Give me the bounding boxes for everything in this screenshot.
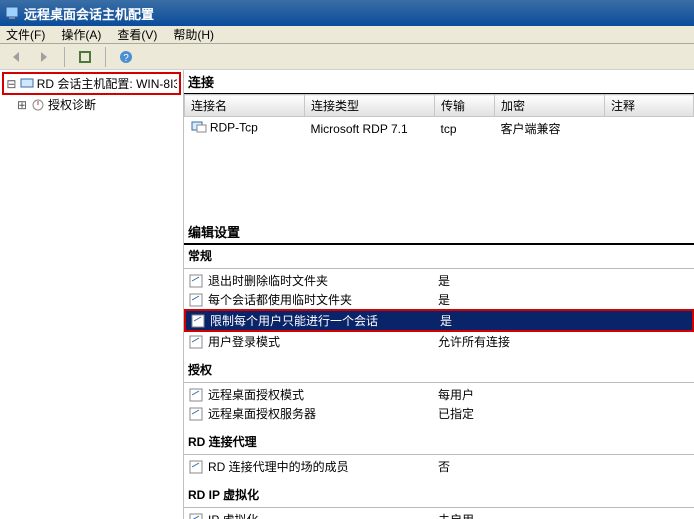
separator: [184, 454, 694, 455]
app-icon: [4, 5, 20, 21]
menu-action[interactable]: 操作(A): [61, 26, 101, 43]
highlight-box-tree: ⊟ RD 会话主机配置: WIN-8I326: [2, 72, 181, 95]
setting-icon: [188, 292, 204, 308]
separator: [184, 382, 694, 383]
setting-label: 限制每个用户只能进行一个会话: [210, 312, 440, 329]
cell-name: RDP-Tcp: [210, 121, 258, 135]
col-type[interactable]: 连接类型: [305, 95, 435, 117]
tree-root-label: RD 会话主机配置: WIN-8I326: [37, 75, 177, 92]
setting-label: 远程桌面授权服务器: [208, 405, 438, 422]
setting-icon: [188, 406, 204, 422]
setting-icon: [188, 273, 204, 289]
tree-panel: ⊟ RD 会话主机配置: WIN-8I326 ⊞ 授权诊断: [0, 70, 184, 519]
col-transport[interactable]: 传输: [435, 95, 495, 117]
connection-icon: [191, 124, 207, 138]
setting-value: 允许所有连接: [438, 333, 510, 350]
col-name[interactable]: 连接名: [185, 95, 305, 117]
connections-table: 连接名 连接类型 传输 加密 注释 RDP-Tcp Microsoft RDP …: [184, 94, 694, 140]
help-button[interactable]: ?: [114, 46, 138, 68]
setting-icon: [190, 313, 206, 329]
setting-license-server[interactable]: 远程桌面授权服务器 已指定: [184, 404, 694, 423]
cell-transport: tcp: [435, 117, 495, 141]
tree-root-node[interactable]: ⊟ RD 会话主机配置: WIN-8I326: [4, 74, 179, 93]
tree-expand-icon[interactable]: ⊞: [16, 98, 28, 112]
main: ⊟ RD 会话主机配置: WIN-8I326 ⊞ 授权诊断 连接 连接名 连接类…: [0, 70, 694, 519]
edit-settings-heading: 编辑设置: [184, 220, 694, 245]
setting-label: 每个会话都使用临时文件夹: [208, 291, 438, 308]
right-panel: 连接 连接名 连接类型 传输 加密 注释 RDP-Tcp Microsoft R…: [184, 70, 694, 519]
back-button[interactable]: [4, 46, 28, 68]
setting-icon: [188, 387, 204, 403]
setting-del-temp[interactable]: 退出时删除临时文件夹 是: [184, 271, 694, 290]
setting-label: 远程桌面授权模式: [208, 386, 438, 403]
setting-value: 是: [438, 272, 450, 289]
setting-login-mode[interactable]: 用户登录模式 允许所有连接: [184, 332, 694, 351]
separator: [64, 47, 65, 67]
setting-icon: [188, 512, 204, 519]
forward-button[interactable]: [32, 46, 56, 68]
refresh-button[interactable]: [73, 46, 97, 68]
menu-help[interactable]: 帮助(H): [173, 26, 214, 43]
setting-icon: [188, 334, 204, 350]
setting-value: 否: [438, 458, 450, 475]
setting-use-temp[interactable]: 每个会话都使用临时文件夹 是: [184, 290, 694, 309]
separator: [105, 47, 106, 67]
diagnose-icon: [30, 97, 46, 113]
setting-ip-virtualization[interactable]: IP 虚拟化 未启用: [184, 510, 694, 519]
setting-broker-member[interactable]: RD 连接代理中的场的成员 否: [184, 457, 694, 476]
setting-value: 是: [440, 312, 452, 329]
highlight-box-setting: 限制每个用户只能进行一个会话 是: [184, 309, 694, 332]
setting-label: 退出时删除临时文件夹: [208, 272, 438, 289]
setting-value: 未启用: [438, 511, 474, 519]
category-license: 授权: [184, 359, 694, 380]
separator: [184, 268, 694, 269]
menubar: 文件(F) 操作(A) 查看(V) 帮助(H): [0, 26, 694, 44]
titlebar: 远程桌面会话主机配置: [0, 0, 694, 26]
svg-text:?: ?: [123, 53, 129, 64]
toolbar: ?: [0, 44, 694, 70]
category-ipvirt: RD IP 虚拟化: [184, 484, 694, 505]
table-header-row: 连接名 连接类型 传输 加密 注释: [185, 95, 694, 117]
col-encryption[interactable]: 加密: [495, 95, 605, 117]
setting-label: RD 连接代理中的场的成员: [208, 458, 438, 475]
server-icon: [19, 76, 35, 92]
menu-file[interactable]: 文件(F): [6, 26, 45, 43]
tree-collapse-icon[interactable]: ⊟: [6, 77, 17, 91]
setting-icon: [188, 459, 204, 475]
menu-view[interactable]: 查看(V): [117, 26, 157, 43]
setting-value: 每用户: [438, 386, 474, 403]
connections-heading: 连接: [184, 70, 694, 94]
setting-value: 已指定: [438, 405, 474, 422]
tree-child-label: 授权诊断: [48, 96, 96, 113]
category-general: 常规: [184, 245, 694, 266]
cell-comment: [605, 117, 694, 141]
tree-child-node[interactable]: ⊞ 授权诊断: [2, 95, 181, 114]
separator: [184, 507, 694, 508]
setting-label: IP 虚拟化: [208, 511, 438, 519]
col-comment[interactable]: 注释: [605, 95, 694, 117]
setting-value: 是: [438, 291, 450, 308]
window-title: 远程桌面会话主机配置: [24, 4, 154, 23]
cell-encryption: 客户端兼容: [495, 117, 605, 141]
setting-label: 用户登录模式: [208, 333, 438, 350]
setting-limit-one[interactable]: 限制每个用户只能进行一个会话 是: [186, 311, 692, 330]
category-broker: RD 连接代理: [184, 431, 694, 452]
table-row[interactable]: RDP-Tcp Microsoft RDP 7.1 tcp 客户端兼容: [185, 117, 694, 141]
cell-type: Microsoft RDP 7.1: [305, 117, 435, 141]
setting-license-mode[interactable]: 远程桌面授权模式 每用户: [184, 385, 694, 404]
